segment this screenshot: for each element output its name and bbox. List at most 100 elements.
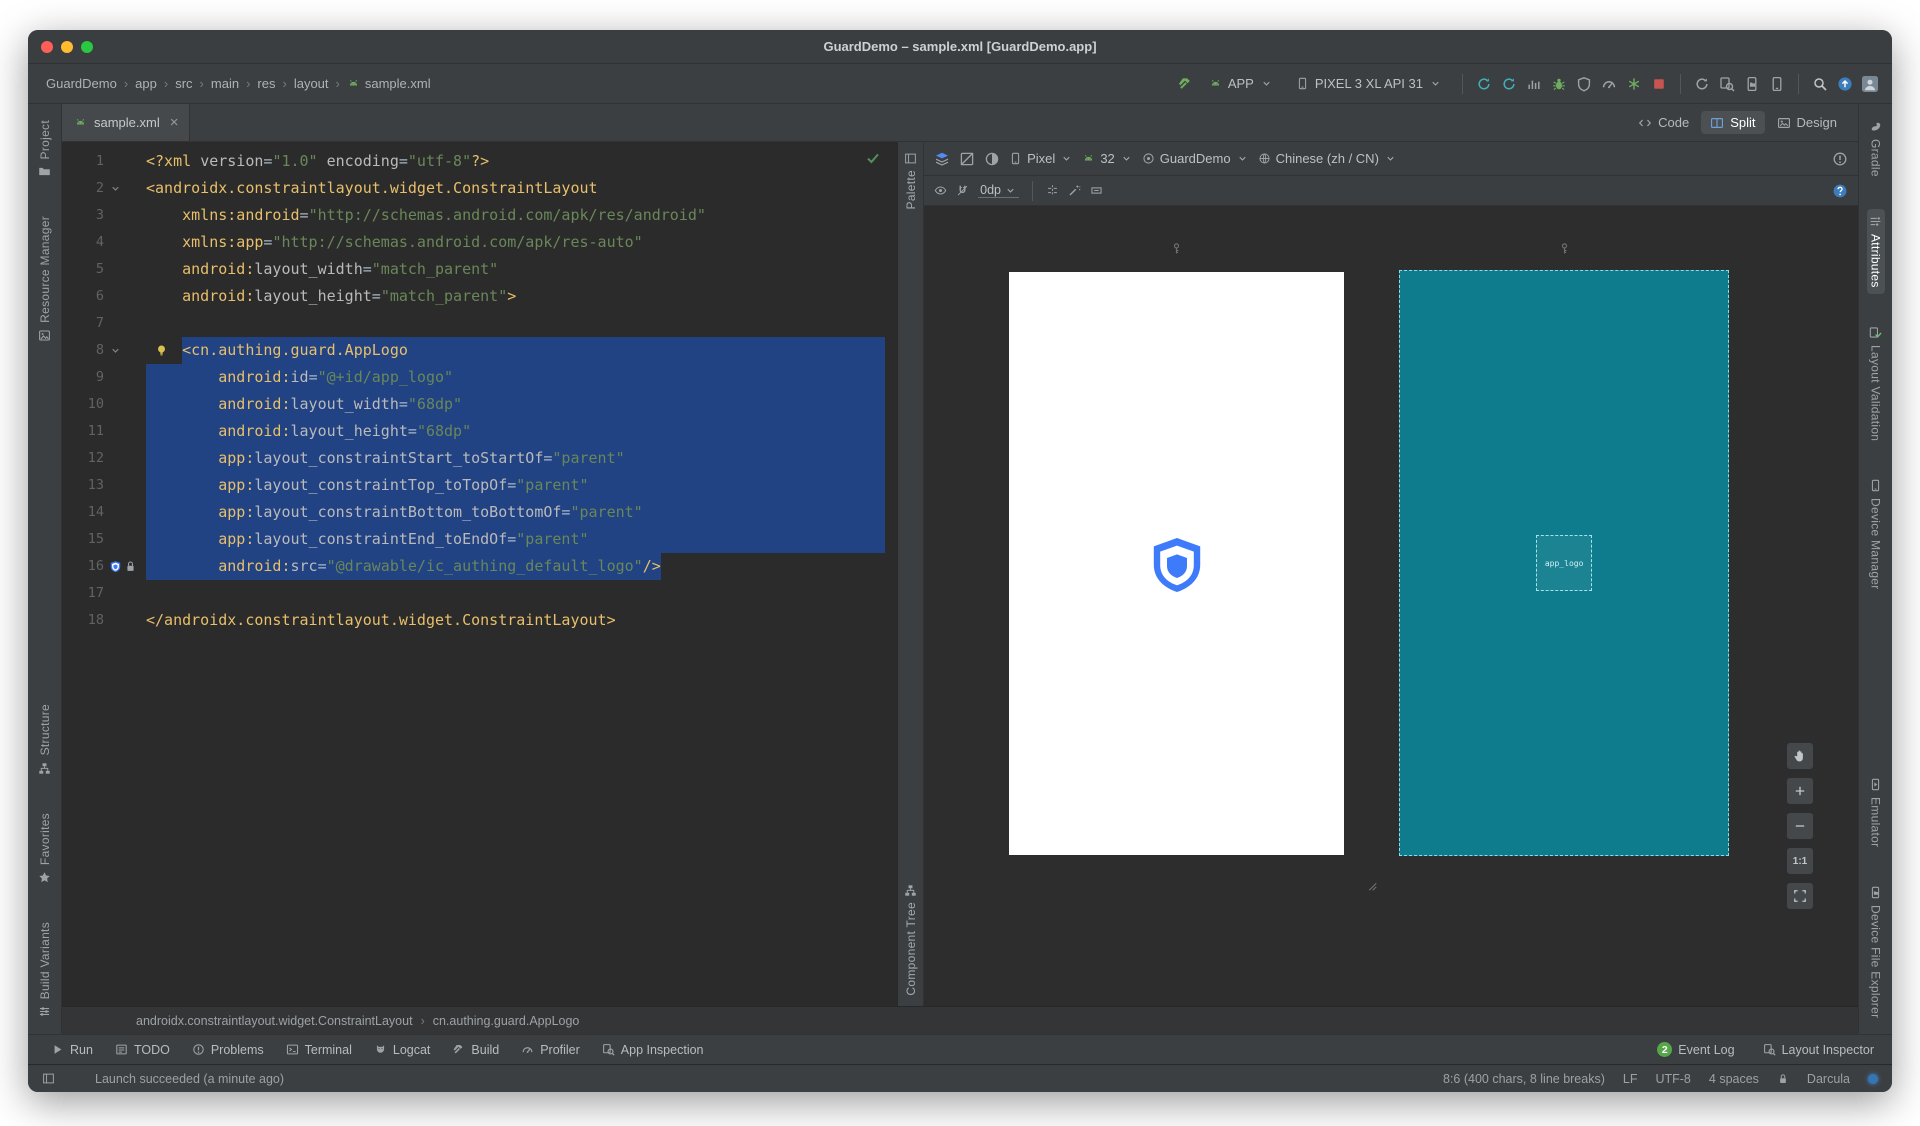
breadcrumb-item-main[interactable]: main <box>211 76 239 91</box>
tool-window-button-profiler[interactable]: Profiler <box>512 1040 589 1060</box>
code-line-17[interactable]: 17 <box>62 580 897 607</box>
code-line-12[interactable]: 12 app:layout_constraintStart_toStartOf=… <box>62 445 897 472</box>
resize-handle[interactable] <box>1364 878 1378 892</box>
sync-project-icon[interactable] <box>1694 76 1710 92</box>
layout-inspector-icon[interactable] <box>1719 76 1735 92</box>
profiler-icon[interactable] <box>1601 76 1617 92</box>
zoom-to-fit-button[interactable] <box>1786 882 1814 910</box>
zoom-out-button[interactable] <box>1786 812 1814 840</box>
pan-button[interactable] <box>1786 742 1814 770</box>
file-encoding[interactable]: UTF-8 <box>1655 1072 1690 1086</box>
editor-breadcrumb-item[interactable]: cn.authing.guard.AppLogo <box>433 1014 580 1028</box>
apply-code-changes-icon[interactable] <box>1501 76 1517 92</box>
breadcrumb-item-res[interactable]: res <box>257 76 275 91</box>
tool-window-toggle-icon[interactable] <box>42 1072 55 1085</box>
sidebar-item-resource-manager[interactable]: Resource Manager <box>36 210 54 348</box>
sidebar-item-layout-validation[interactable]: Layout Validation <box>1867 320 1885 447</box>
close-window-button[interactable] <box>41 41 53 53</box>
code-line-18[interactable]: 18</androidx.constraintlayout.widget.Con… <box>62 607 897 634</box>
editor-breadcrumb-item[interactable]: androidx.constraintlayout.widget.Constra… <box>136 1014 413 1028</box>
code-line-10[interactable]: 10 android:layout_width="68dp" <box>62 391 897 418</box>
run-config-dropdown[interactable]: APP <box>1202 72 1280 95</box>
line-ending[interactable]: LF <box>1623 1072 1638 1086</box>
tab-close-icon[interactable]: × <box>170 115 179 130</box>
blueprint-mode-icon[interactable] <box>959 151 975 167</box>
debug-icon[interactable] <box>1551 76 1567 92</box>
view-options-icon[interactable] <box>934 184 947 197</box>
layout-inspector-button[interactable]: Layout Inspector <box>1759 1040 1878 1060</box>
breadcrumb-item-sample-xml[interactable]: sample.xml <box>347 76 431 91</box>
sidebar-item-structure[interactable]: Structure <box>36 698 54 780</box>
design-canvas[interactable]: app_logo 1:1 <box>924 206 1858 1006</box>
code-line-3[interactable]: 3 xmlns:android="http://schemas.android.… <box>62 202 897 229</box>
help-icon[interactable] <box>1832 183 1848 199</box>
editor-tab-sample-xml[interactable]: sample.xml × <box>62 104 190 141</box>
search-icon[interactable] <box>1812 76 1828 92</box>
code-line-16[interactable]: 16 android:src="@drawable/ic_authing_def… <box>62 553 897 580</box>
device-manager-icon[interactable] <box>1769 76 1785 92</box>
zoom-window-button[interactable] <box>81 41 93 53</box>
code-line-11[interactable]: 11 android:layout_height="68dp" <box>62 418 897 445</box>
code-line-7[interactable]: 7 <box>62 310 897 337</box>
stop-icon[interactable] <box>1651 76 1667 92</box>
theme-dropdown[interactable]: GuardDemo <box>1142 151 1249 166</box>
sidebar-item-attributes[interactable]: Attributes <box>1867 209 1885 294</box>
zoom-in-button[interactable] <box>1786 777 1814 805</box>
apply-changes-icon[interactable] <box>1476 76 1492 92</box>
pack-selection-icon[interactable] <box>1090 184 1103 197</box>
blueprint-widget-box[interactable]: app_logo <box>1536 535 1592 591</box>
sidebar-item-favorites[interactable]: Favorites <box>36 807 54 890</box>
breadcrumb-item-src[interactable]: src <box>175 76 192 91</box>
tool-window-button-build[interactable]: Build <box>443 1040 508 1060</box>
event-log-button[interactable]: 2 Event Log <box>1653 1039 1738 1060</box>
component-tree-tab[interactable]: Component Tree <box>904 884 918 996</box>
code-line-1[interactable]: 1<?xml version="1.0" encoding="utf-8"?> <box>62 148 897 175</box>
tool-window-button-logcat[interactable]: Logcat <box>365 1040 440 1060</box>
code-line-13[interactable]: 13 app:layout_constraintTop_toTopOf="par… <box>62 472 897 499</box>
zoom-reset-button[interactable]: 1:1 <box>1786 847 1814 875</box>
sidebar-item-device-manager[interactable]: Device Manager <box>1867 473 1885 596</box>
indent-setting[interactable]: 4 spaces <box>1709 1072 1759 1086</box>
view-mode-design[interactable]: Design <box>1768 111 1846 134</box>
update-indicator[interactable] <box>1868 1074 1878 1084</box>
device-for-preview-dropdown[interactable]: Pixel <box>1009 151 1073 166</box>
updates-icon[interactable] <box>1837 76 1853 92</box>
device-file-explorer-icon[interactable] <box>1744 76 1760 92</box>
breadcrumb-item-layout[interactable]: layout <box>294 76 329 91</box>
issue-panel-icon[interactable] <box>1832 151 1848 167</box>
view-mode-split[interactable]: Split <box>1701 111 1764 134</box>
sidebar-item-device-file-explorer[interactable]: Device File Explorer <box>1867 880 1885 1024</box>
breadcrumb-item-app[interactable]: app <box>135 76 157 91</box>
code-line-2[interactable]: 2<androidx.constraintlayout.widget.Const… <box>62 175 897 202</box>
night-mode-icon[interactable] <box>984 151 1000 167</box>
sidebar-item-project[interactable]: Project <box>36 114 54 184</box>
breadcrumb-item-guarddemo[interactable]: GuardDemo <box>46 76 117 91</box>
tool-window-button-problems[interactable]: Problems <box>183 1040 273 1060</box>
code-editor[interactable]: 1<?xml version="1.0" encoding="utf-8"?>2… <box>62 142 897 1006</box>
design-preview[interactable] <box>1009 272 1344 855</box>
code-line-9[interactable]: 9 android:id="@+id/app_logo" <box>62 364 897 391</box>
attach-debugger-icon[interactable] <box>1576 76 1592 92</box>
avatar[interactable] <box>1862 76 1878 92</box>
minimize-window-button[interactable] <box>61 41 73 53</box>
code-line-8[interactable]: 8 <cn.authing.guard.AppLogo <box>62 337 897 364</box>
run-tests-icon[interactable] <box>1626 76 1642 92</box>
palette-tab[interactable]: Palette <box>904 152 918 209</box>
view-mode-code[interactable]: Code <box>1629 111 1698 134</box>
api-version-dropdown[interactable]: 32 <box>1082 151 1132 166</box>
tool-window-button-todo[interactable]: TODO <box>106 1040 179 1060</box>
lock-icon[interactable] <box>1777 1073 1789 1085</box>
caret-position[interactable]: 8:6 (400 chars, 8 line breaks) <box>1443 1072 1605 1086</box>
sidebar-item-build-variants[interactable]: Build Variants <box>36 916 54 1024</box>
guidelines-icon[interactable] <box>1046 184 1059 197</box>
sidebar-item-emulator[interactable]: Emulator <box>1867 772 1885 853</box>
profile-app-icon[interactable] <box>1526 76 1542 92</box>
design-surface-icon[interactable] <box>934 151 950 167</box>
code-line-6[interactable]: 6 android:layout_height="match_parent"> <box>62 283 897 310</box>
infer-constraints-icon[interactable] <box>1068 184 1081 197</box>
blueprint-preview[interactable]: app_logo <box>1399 270 1729 856</box>
code-line-5[interactable]: 5 android:layout_width="match_parent" <box>62 256 897 283</box>
build-icon[interactable] <box>1177 76 1193 92</box>
code-line-14[interactable]: 14 app:layout_constraintBottom_toBottomO… <box>62 499 897 526</box>
tool-window-button-run[interactable]: Run <box>42 1040 102 1060</box>
